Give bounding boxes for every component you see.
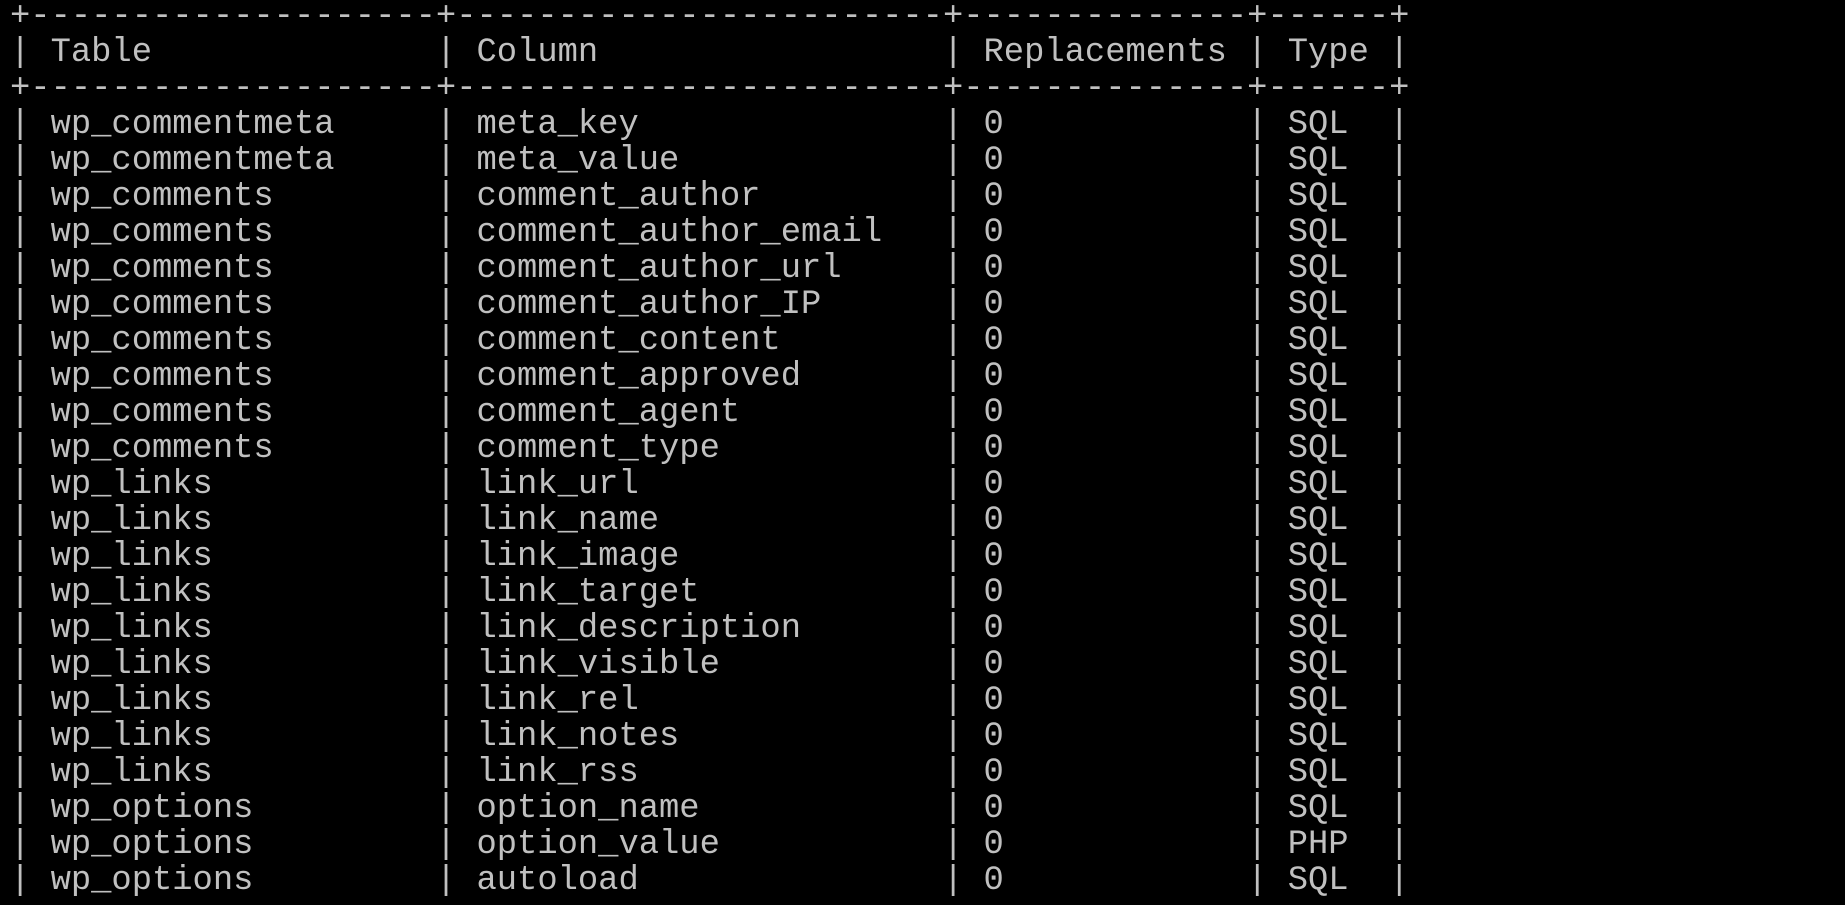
table-row: | wp_comments | comment_author | 0 | SQL… xyxy=(10,178,1410,216)
table-row: | wp_links | link_description | 0 | SQL … xyxy=(10,610,1410,648)
table-row: | wp_comments | comment_author_IP | 0 | … xyxy=(10,286,1410,324)
terminal-output: +--------------------+------------------… xyxy=(10,0,1409,899)
table-row: | wp_commentmeta | meta_key | 0 | SQL | xyxy=(10,106,1410,144)
table-row: | wp_links | link_notes | 0 | SQL | xyxy=(10,718,1410,756)
table-row: | wp_links | link_name | 0 | SQL | xyxy=(10,502,1410,540)
table-row: | wp_comments | comment_type | 0 | SQL | xyxy=(10,430,1410,468)
table-row: | wp_comments | comment_author_url | 0 |… xyxy=(10,250,1410,288)
table-border-top: +--------------------+------------------… xyxy=(10,0,1410,36)
table-row: | wp_options | option_name | 0 | SQL | xyxy=(10,790,1410,828)
table-row: | wp_options | option_value | 0 | PHP | xyxy=(10,826,1410,864)
table-row: | wp_links | link_rel | 0 | SQL | xyxy=(10,682,1410,720)
table-row: | wp_links | link_visible | 0 | SQL | xyxy=(10,646,1410,684)
table-row: | wp_links | link_url | 0 | SQL | xyxy=(10,466,1410,504)
table-row: | wp_options | autoload | 0 | SQL | xyxy=(10,862,1410,900)
table-border-header: +--------------------+------------------… xyxy=(10,70,1410,108)
table-row: | wp_links | link_target | 0 | SQL | xyxy=(10,574,1410,612)
table-row: | wp_comments | comment_agent | 0 | SQL … xyxy=(10,394,1410,432)
table-header-row: | Table | Column | Replacements | Type | xyxy=(10,34,1410,72)
table-row: | wp_links | link_image | 0 | SQL | xyxy=(10,538,1410,576)
table-row: | wp_comments | comment_author_email | 0… xyxy=(10,214,1410,252)
table-row: | wp_links | link_rss | 0 | SQL | xyxy=(10,754,1410,792)
table-row: | wp_comments | comment_approved | 0 | S… xyxy=(10,358,1410,396)
table-row: | wp_commentmeta | meta_value | 0 | SQL … xyxy=(10,142,1410,180)
table-row: | wp_comments | comment_content | 0 | SQ… xyxy=(10,322,1410,360)
